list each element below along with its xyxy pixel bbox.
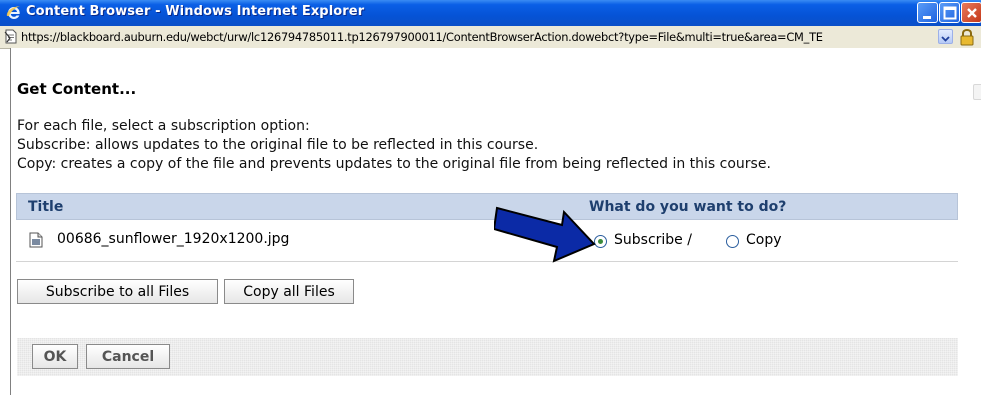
copy-all-button[interactable]: Copy all Files: [224, 279, 354, 304]
page-icon: [4, 29, 17, 44]
subscribe-label[interactable]: Subscribe /: [614, 232, 692, 248]
footer-bar: OK Cancel: [17, 338, 958, 376]
ok-button[interactable]: OK: [32, 344, 78, 369]
page-heading: Get Content...: [17, 80, 137, 98]
url-field[interactable]: https://blackboard.auburn.edu/webct/urw/…: [21, 30, 951, 44]
ie-logo-icon: [6, 6, 21, 19]
dropdown-arrow-icon: [941, 36, 950, 42]
cancel-button[interactable]: Cancel: [86, 344, 170, 369]
description-line-3: Copy: creates a copy of the file and pre…: [17, 156, 771, 172]
file-name: 00686_sunflower_1920x1200.jpg: [57, 231, 290, 247]
table-header: Title What do you want to do?: [16, 193, 958, 220]
close-button[interactable]: [961, 2, 981, 23]
annotation-arrow-icon: [494, 206, 596, 263]
scroll-up-arrow[interactable]: [973, 84, 981, 100]
lock-icon[interactable]: [958, 28, 976, 46]
description-line-1: For each file, select a subscription opt…: [17, 118, 310, 134]
subscribe-all-button[interactable]: Subscribe to all Files: [17, 279, 218, 304]
window-title: Content Browser - Windows Internet Explo…: [26, 4, 365, 19]
table-row: 00686_sunflower_1920x1200.jpg Subscribe …: [16, 220, 958, 262]
description-line-2: Subscribe: allows updates to the origina…: [17, 137, 539, 153]
column-action-header: What do you want to do?: [589, 199, 787, 215]
address-bar: https://blackboard.auburn.edu/webct/urw/…: [0, 26, 981, 49]
file-icon: [29, 232, 43, 248]
close-icon: [967, 8, 977, 18]
address-dropdown-button[interactable]: [938, 29, 953, 44]
maximize-icon: [943, 6, 957, 20]
scrollbar[interactable]: [972, 48, 981, 395]
minimize-icon: [923, 16, 931, 19]
copy-label[interactable]: Copy: [746, 232, 782, 248]
minimize-button[interactable]: [917, 2, 938, 23]
maximize-button[interactable]: [939, 2, 960, 23]
window-titlebar: Content Browser - Windows Internet Explo…: [0, 0, 981, 26]
copy-radio[interactable]: [726, 235, 739, 248]
column-title-header: Title: [28, 199, 64, 215]
